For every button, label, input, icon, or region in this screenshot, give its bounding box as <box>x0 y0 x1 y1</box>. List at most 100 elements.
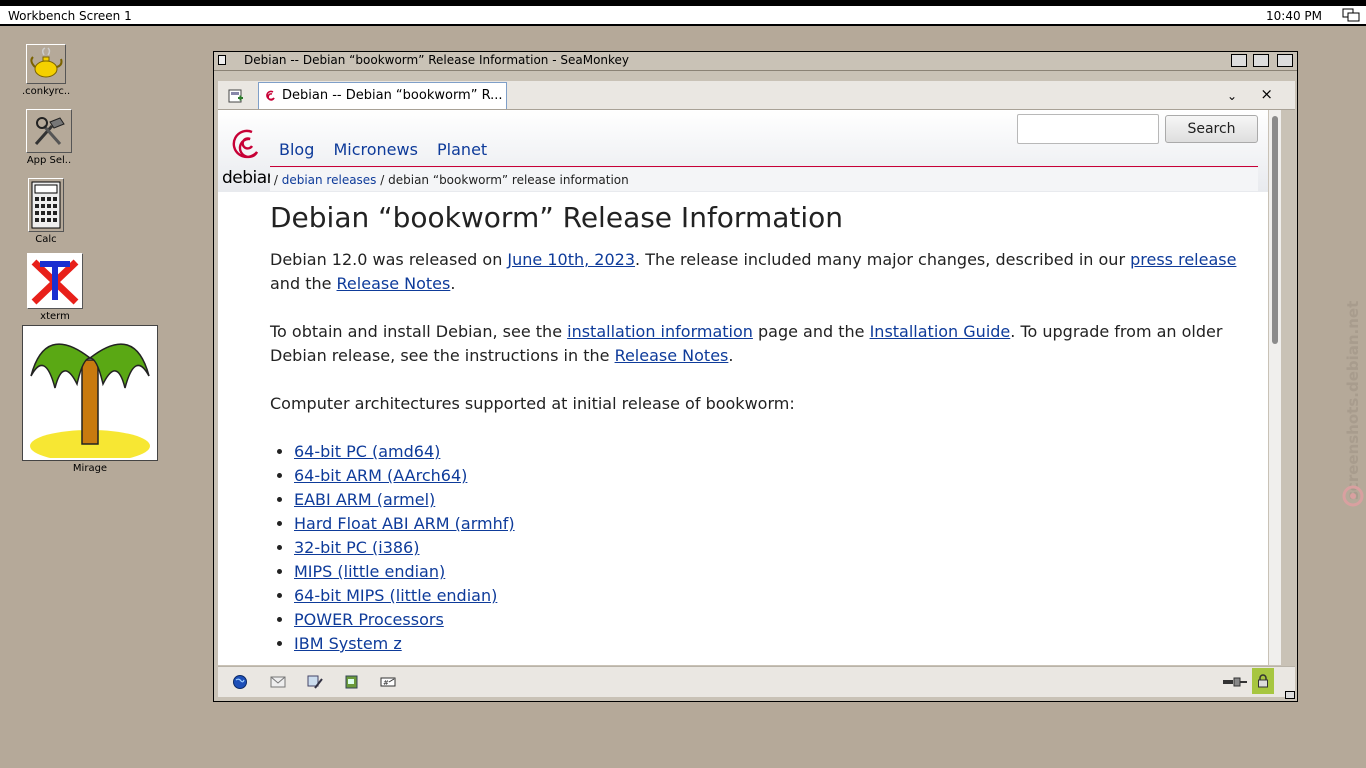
address-book-icon[interactable] <box>344 674 360 690</box>
tab-title: Debian -- Debian “bookworm” R... <box>282 88 503 103</box>
window-title-bar[interactable]: Debian -- Debian “bookworm” Release Info… <box>214 52 1297 71</box>
install-paragraph: To obtain and install Debian, see the in… <box>270 320 1250 368</box>
arch-amd64-link[interactable]: 64-bit PC (amd64) <box>294 442 440 461</box>
arch-mipsel-link[interactable]: MIPS (little endian) <box>294 562 445 581</box>
text: . The release included many major change… <box>635 250 1131 269</box>
scrollbar-thumb[interactable] <box>1272 116 1278 344</box>
mail-envelope-icon[interactable] <box>270 674 286 690</box>
desktop-icon-calc[interactable]: Calc <box>28 178 64 245</box>
vertical-scrollbar[interactable] <box>1269 110 1281 665</box>
teapot-icon <box>26 44 66 84</box>
arch-arm64-link[interactable]: 64-bit ARM (AArch64) <box>294 466 467 485</box>
list-item: 64-bit ARM (AArch64) <box>294 464 1250 488</box>
release-notes-link-2[interactable]: Release Notes <box>615 346 729 365</box>
page-content: debian Blog Micronews Planet Search / de… <box>218 110 1268 665</box>
desktop-icon-label: .conkyrc.. <box>22 86 71 97</box>
breadcrumb: / debian releases / debian “bookworm” re… <box>270 168 1258 191</box>
irc-chat-icon[interactable]: # <box>380 674 396 690</box>
xterm-icon <box>27 253 83 309</box>
window-zoom-gadget-icon[interactable] <box>1253 54 1269 67</box>
debian-logo-text: debian <box>222 168 277 188</box>
desktop-icon-label: Mirage <box>72 463 108 474</box>
watermark-text: screenshots.debian.net <box>1344 301 1362 500</box>
watermark: screenshots.debian.net <box>1318 270 1366 520</box>
text: page and the <box>752 322 870 341</box>
text: . <box>450 274 456 293</box>
desktop-icon-label: xterm <box>40 311 70 322</box>
online-status-plug-icon[interactable] <box>1222 677 1248 687</box>
installation-information-link[interactable]: installation information <box>567 322 753 341</box>
list-item: MIPS (little endian) <box>294 560 1250 584</box>
architecture-list: 64-bit PC (amd64) 64-bit ARM (AArch64) E… <box>270 440 1250 656</box>
window-depth-gadget-icon[interactable] <box>1277 54 1293 67</box>
tab-debian-release[interactable]: Debian -- Debian “bookworm” R... <box>258 82 507 109</box>
window-close-gadget-icon[interactable] <box>218 55 226 65</box>
desktop-icon-xterm[interactable]: xterm <box>26 253 84 322</box>
breadcrumb-current: / debian “bookworm” release information <box>380 173 629 187</box>
debian-swirl-icon <box>232 129 259 159</box>
arch-armel-link[interactable]: EABI ARM (armel) <box>294 490 435 509</box>
page-title: Debian “bookworm” Release Information <box>270 201 844 234</box>
site-header: debian Blog Micronews Planet Search / de… <box>218 110 1268 192</box>
nav-planet-link[interactable]: Planet <box>437 140 487 159</box>
breadcrumb-debian-releases-link[interactable]: debian releases <box>282 173 377 187</box>
desktop-icon-label: App Sel.. <box>26 155 72 166</box>
list-all-tabs-chevron-down-icon[interactable]: ⌄ <box>1227 89 1237 103</box>
text: To obtain and install Debian, see the <box>270 322 568 341</box>
status-bar: # <box>218 666 1295 697</box>
list-item: POWER Processors <box>294 608 1250 632</box>
release-date-link[interactable]: June 10th, 2023 <box>507 250 635 269</box>
desktop-icon-app-selector[interactable]: App Sel.. <box>24 109 74 166</box>
release-notes-link[interactable]: Release Notes <box>337 274 451 293</box>
arch-mips64el-link[interactable]: 64-bit MIPS (little endian) <box>294 586 497 605</box>
desktop-icon-conkyrc[interactable]: .conkyrc.. <box>22 44 70 97</box>
release-paragraph: Debian 12.0 was released on June 10th, 2… <box>270 248 1250 296</box>
palm-island-icon <box>22 325 158 461</box>
search-input[interactable] <box>1017 114 1159 144</box>
tools-icon <box>26 109 72 153</box>
svg-text:#: # <box>383 679 389 687</box>
screen-title-bar[interactable]: Workbench Screen 1 10:40 PM <box>0 6 1366 26</box>
composer-icon[interactable] <box>307 674 323 690</box>
list-item: 32-bit PC (i386) <box>294 536 1250 560</box>
screen-title: Workbench Screen 1 <box>8 9 132 23</box>
list-item: IBM System z <box>294 632 1250 656</box>
window-iconify-gadget-icon[interactable] <box>1231 54 1247 67</box>
text: . <box>728 346 734 365</box>
text: Debian 12.0 was released on <box>270 250 508 269</box>
toolbar-grippy[interactable] <box>218 72 298 87</box>
site-nav: Blog Micronews Planet <box>279 140 501 159</box>
window-resize-gadget-icon[interactable] <box>1285 691 1295 699</box>
nav-blog-link[interactable]: Blog <box>279 140 314 159</box>
press-release-link[interactable]: press release <box>1130 250 1236 269</box>
arch-armhf-link[interactable]: Hard Float ABI ARM (armhf) <box>294 514 515 533</box>
list-item: Hard Float ABI ARM (armhf) <box>294 512 1250 536</box>
installation-guide-link[interactable]: Installation Guide <box>870 322 1011 341</box>
arch-s390x-link[interactable]: IBM System z <box>294 634 402 653</box>
desktop-icon-label: Calc <box>35 234 57 245</box>
close-tab-icon[interactable]: × <box>1260 85 1273 103</box>
debian-logo[interactable]: debian <box>222 126 277 190</box>
screen-depth-gadget-icon[interactable] <box>1342 8 1360 22</box>
window-title: Debian -- Debian “bookworm” Release Info… <box>244 53 630 67</box>
debian-favicon-icon <box>266 90 275 101</box>
desktop-icon-mirage[interactable]: Mirage <box>22 325 158 474</box>
seamonkey-window: Debian -- Debian “bookworm” Release Info… <box>213 51 1298 702</box>
navigator-globe-icon[interactable] <box>232 674 248 690</box>
calculator-icon <box>28 178 64 232</box>
nav-micronews-link[interactable]: Micronews <box>333 140 417 159</box>
architectures-intro: Computer architectures supported at init… <box>270 394 795 413</box>
new-tab-icon[interactable] <box>228 88 244 104</box>
arch-ppc64el-link[interactable]: POWER Processors <box>294 610 444 629</box>
clock: 10:40 PM <box>1266 9 1322 23</box>
header-divider <box>270 166 1258 167</box>
arch-i386-link[interactable]: 32-bit PC (i386) <box>294 538 419 557</box>
article: Debian “bookworm” Release Information De… <box>270 200 1250 656</box>
list-item: 64-bit PC (amd64) <box>294 440 1250 464</box>
list-item: EABI ARM (armel) <box>294 488 1250 512</box>
list-item: 64-bit MIPS (little endian) <box>294 584 1250 608</box>
breadcrumb-separator: / <box>273 173 278 187</box>
security-lock-icon[interactable] <box>1252 668 1274 694</box>
search-button[interactable]: Search <box>1165 115 1258 143</box>
tab-bar: Debian -- Debian “bookworm” R... ⌄ × <box>218 81 1295 110</box>
